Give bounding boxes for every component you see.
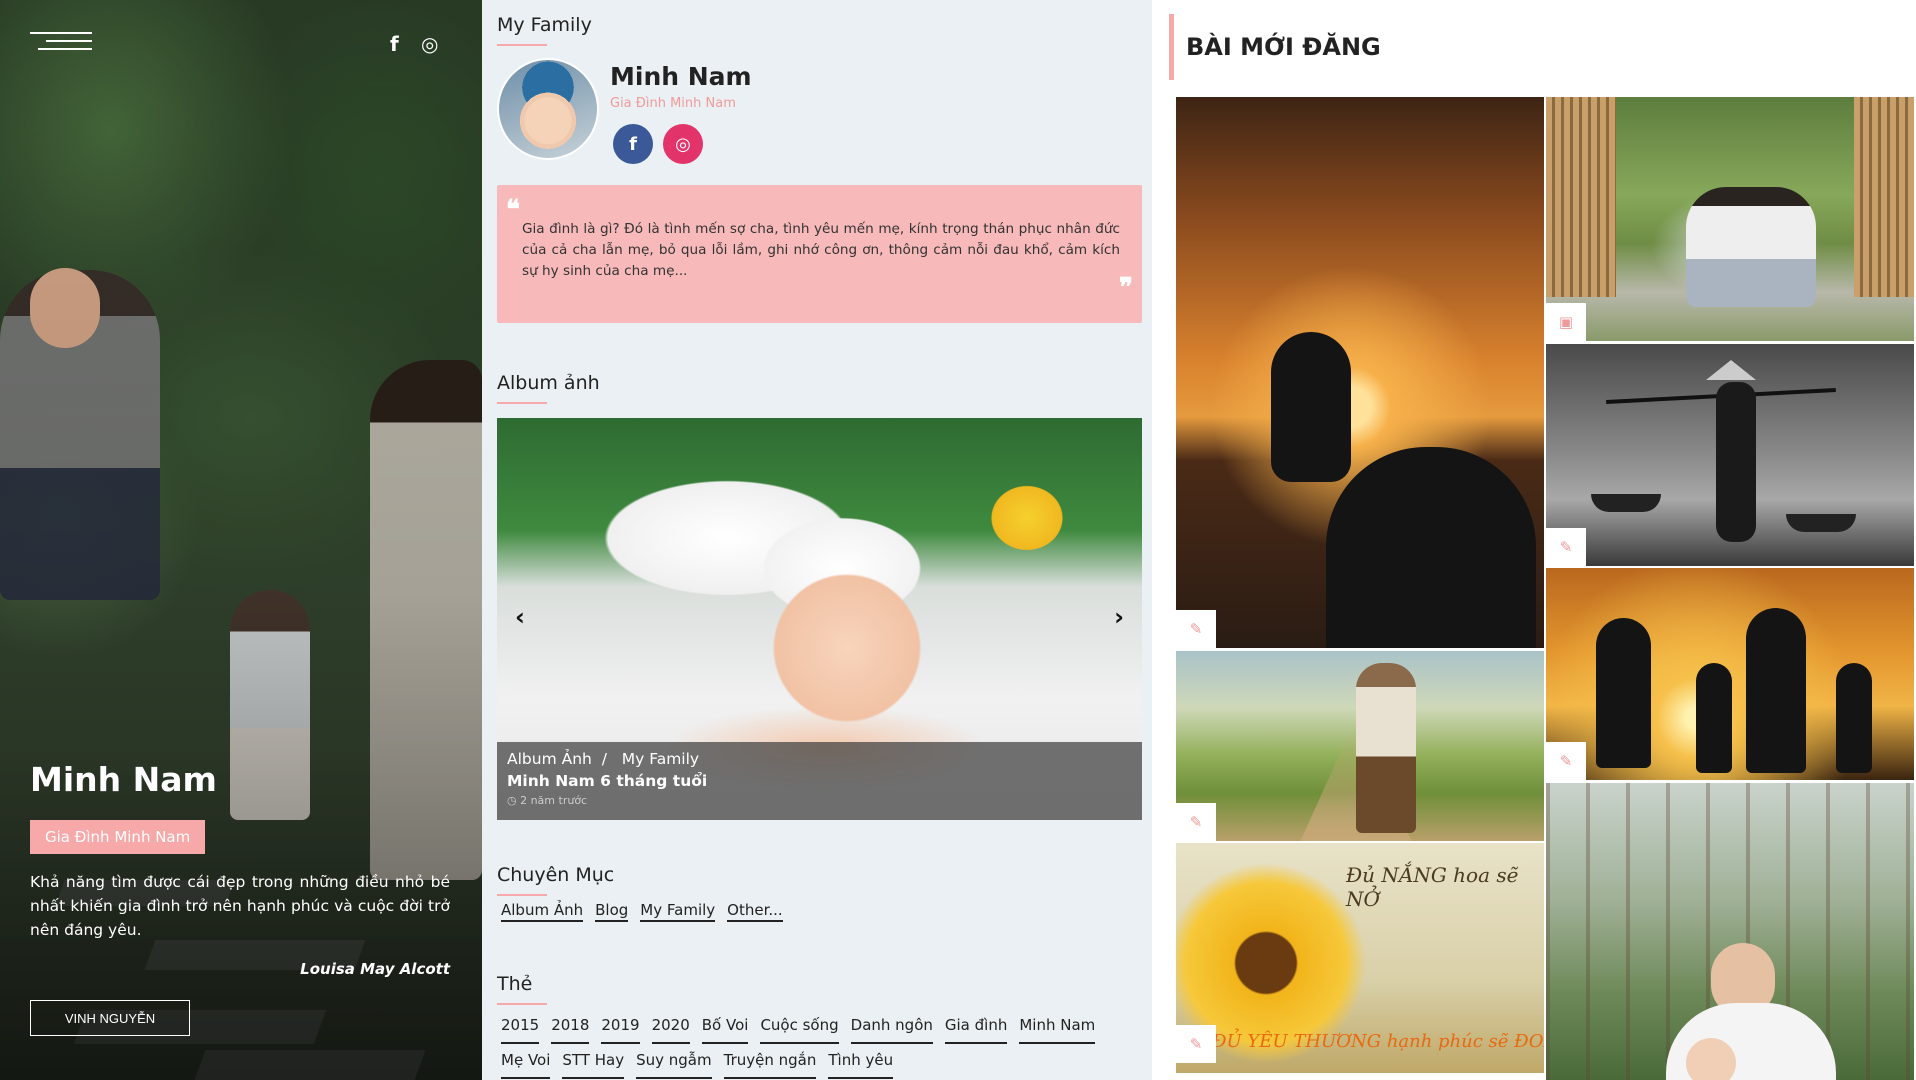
profile-name: Minh Nam <box>610 62 752 91</box>
album-slider[interactable]: ‹ › Album Ảnh / My Family Minh Nam 6 thá… <box>497 418 1142 820</box>
image-icon: ▣ <box>1546 303 1586 341</box>
facebook-button[interactable]: f <box>613 124 653 164</box>
basket-left <box>1591 494 1661 512</box>
slider-prev-icon[interactable]: ‹ <box>515 603 525 631</box>
family-quote-box: ❝ Gia đình là gì? Đó là tình mến sợ cha,… <box>497 185 1142 323</box>
middle-column: My Family Minh Nam Gia Đình Minh Nam f ◎… <box>482 0 1152 1080</box>
recent-post-mother-forest[interactable] <box>1546 783 1914 1080</box>
tag-link[interactable]: Gia đình <box>944 1010 1008 1044</box>
recent-posts-title: BÀI MỚI ĐĂNG <box>1169 14 1381 80</box>
father-silhouette <box>1746 608 1806 773</box>
category-link[interactable]: Album Ảnh <box>501 901 584 922</box>
tag-link[interactable]: Truyện ngắn <box>723 1045 817 1079</box>
category-link[interactable]: My Family <box>640 901 716 922</box>
edit-icon: ✎ <box>1546 742 1586 780</box>
tag-link[interactable]: 2015 <box>501 1010 540 1044</box>
instagram-button[interactable]: ◎ <box>663 124 703 164</box>
basket-right <box>1786 514 1856 532</box>
album-post-title[interactable]: Minh Nam 6 tháng tuổi <box>507 772 1132 790</box>
tag-link[interactable]: Tình yêu <box>828 1045 894 1079</box>
hamburger-menu-icon[interactable] <box>30 32 92 62</box>
slider-next-icon[interactable]: › <box>1114 603 1124 631</box>
album-post-time: ◷ 2 năm trước <box>507 794 588 807</box>
breadcrumb-album[interactable]: Album Ảnh <box>507 750 592 768</box>
hero-title: Minh Nam <box>30 760 217 799</box>
category-list: Album Ảnh Blog My Family Other... <box>501 900 795 922</box>
hero-panel: f ◎ Minh Nam Gia Đình Minh Nam Khả năng … <box>0 0 482 1080</box>
tag-link[interactable]: Minh Nam <box>1019 1010 1096 1044</box>
edit-icon: ✎ <box>1176 803 1216 841</box>
mother-silhouette <box>1596 618 1651 768</box>
recent-posts-column: BÀI MỚI ĐĂNG ✎ ▣ ✎ ✎ ✎ Đủ NẮNG hoa sẽ NỞ… <box>1152 0 1916 1080</box>
avatar <box>497 58 599 160</box>
edit-icon: ✎ <box>1176 1025 1216 1063</box>
gate-left <box>1546 97 1616 297</box>
instagram-icon: ◎ <box>675 133 691 155</box>
tag-link[interactable]: 2019 <box>601 1010 640 1044</box>
recent-post-family-gate[interactable]: ▣ <box>1546 97 1914 341</box>
category-link[interactable]: Other... <box>727 901 783 922</box>
tag-link[interactable]: Bố Voi <box>701 1010 749 1044</box>
quote-close-icon: ❞ <box>1119 273 1133 303</box>
recent-post-path-painting[interactable]: ✎ <box>1176 651 1544 841</box>
vendor-silhouette <box>1716 382 1756 542</box>
album-breadcrumb: Album Ảnh / My Family <box>507 750 1132 768</box>
breadcrumb-my-family[interactable]: My Family <box>622 750 699 768</box>
conical-hat <box>1706 360 1756 380</box>
child-silhouette <box>1836 663 1872 773</box>
hero-quote-author: Louisa May Alcott <box>300 960 450 978</box>
grandfather-figure <box>1356 663 1416 833</box>
category-link[interactable]: Blog <box>595 901 629 922</box>
breadcrumb-separator: / <box>601 750 607 768</box>
tag-link[interactable]: 2018 <box>551 1010 590 1044</box>
edit-icon: ✎ <box>1176 610 1216 648</box>
tag-link[interactable]: STT Hay <box>562 1045 625 1079</box>
facebook-icon[interactable]: f <box>390 32 399 56</box>
baby-head <box>1686 1038 1736 1080</box>
section-title-album: Album ảnh <box>497 372 600 404</box>
album-caption: Album Ảnh / My Family Minh Nam 6 tháng t… <box>497 742 1142 820</box>
child-silhouette <box>1696 663 1732 773</box>
instagram-icon[interactable]: ◎ <box>421 32 438 56</box>
section-title-my-family: My Family <box>497 14 592 46</box>
recent-post-sunset-father[interactable]: ✎ <box>1176 97 1544 648</box>
recent-post-shoulder-pole[interactable]: ✎ <box>1546 344 1914 566</box>
tag-link[interactable]: Cuộc sống <box>760 1010 839 1044</box>
hero-quote: Khả năng tìm được cái đẹp trong những đi… <box>30 873 450 939</box>
tag-link[interactable]: Mẹ Voi <box>501 1045 551 1079</box>
baby-silhouette <box>1271 332 1351 482</box>
gate-right <box>1854 97 1914 297</box>
author-button[interactable]: VINH NGUYỄN <box>30 1000 190 1036</box>
hero-badge: Gia Đình Minh Nam <box>30 820 206 854</box>
tag-link[interactable]: Danh ngôn <box>850 1010 933 1044</box>
profile-subtitle: Gia Đình Minh Nam <box>610 96 736 111</box>
sunflower-quote-top: Đủ NẮNG hoa sẽ NỞ <box>1346 863 1519 911</box>
recent-post-sunflower[interactable]: Đủ NẮNG hoa sẽ NỞ ĐỦ YÊU THƯƠNG hạnh phú… <box>1176 843 1544 1073</box>
section-title-categories: Chuyên Mục <box>497 864 614 896</box>
sunflower-quote-bottom: ĐỦ YÊU THƯƠNG hạnh phúc sẽ ĐONG ĐẦY <box>1212 1031 1544 1052</box>
family-quote-text: Gia đình là gì? Đó là tình mến sợ cha, t… <box>522 221 1120 279</box>
tag-link[interactable]: 2020 <box>651 1010 690 1044</box>
quote-open-icon: ❝ <box>506 195 520 225</box>
father-silhouette <box>1326 447 1536 648</box>
recent-post-family-sunset[interactable]: ✎ <box>1546 568 1914 780</box>
tag-link[interactable]: Suy ngẫm <box>636 1045 712 1079</box>
section-title-tags: Thẻ <box>497 973 547 1005</box>
edit-icon: ✎ <box>1546 528 1586 566</box>
family-figures <box>1686 187 1816 307</box>
facebook-icon: f <box>629 133 637 155</box>
tag-list: 2015 2018 2019 2020 Bố Voi Cuộc sống Danh ngôn… <box>501 1009 1131 1079</box>
